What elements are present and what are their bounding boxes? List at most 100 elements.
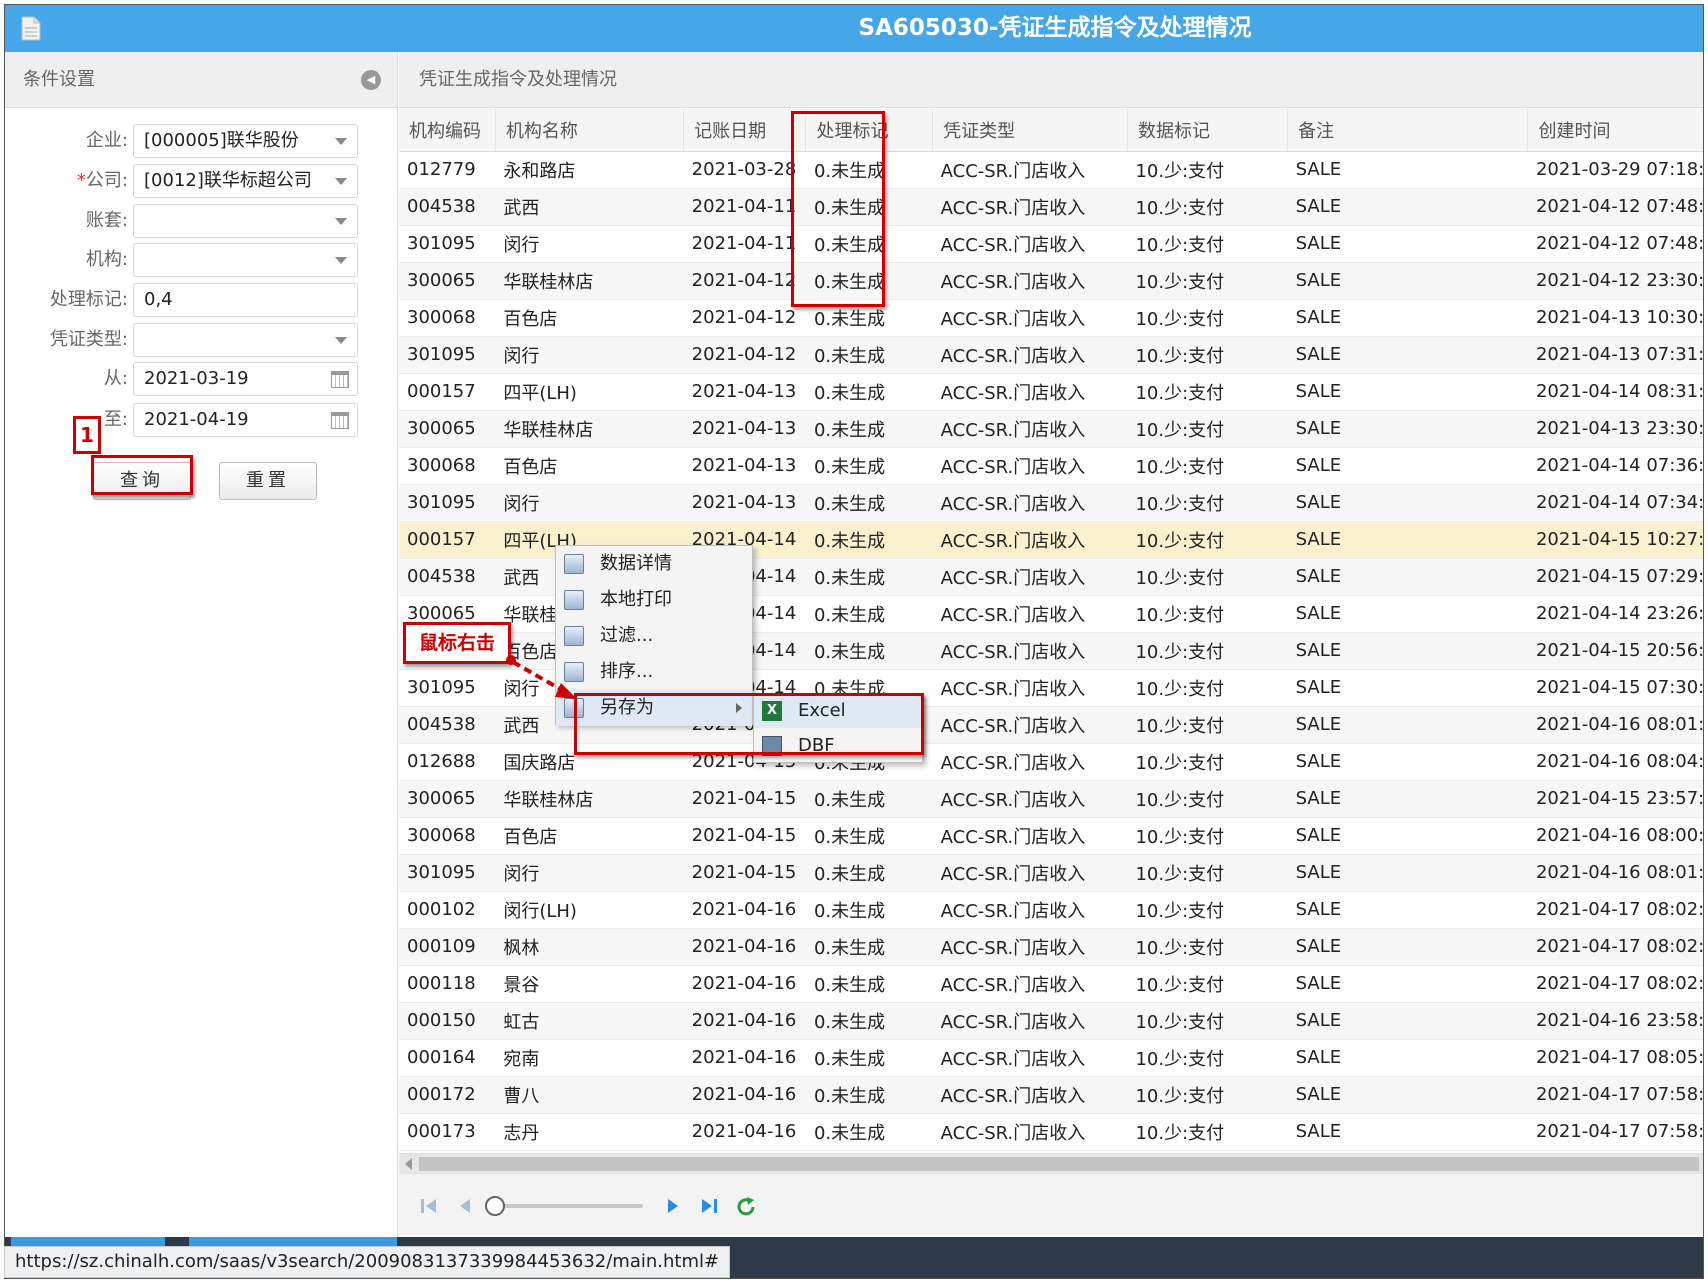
table-cell: 10.少:支付 xyxy=(1127,780,1288,818)
last-page-icon[interactable] xyxy=(699,1196,719,1216)
table-cell: 301095 xyxy=(399,854,496,892)
table-cell: SALE xyxy=(1287,447,1528,485)
table-row[interactable]: 000173 志丹 2021-04-16 0.未生成 ACC-SR.门店收入 10.少:支… xyxy=(399,1113,1703,1151)
table-row[interactable]: 301095 闵行 2021-04-11 0.未生成 ACC-SR.门店收入 10.少:支… xyxy=(399,225,1703,263)
table-cell: 004538 xyxy=(399,706,496,744)
column-header[interactable]: 备注 xyxy=(1287,109,1529,152)
table-cell: 2021-04-13 23:30:56 xyxy=(1527,410,1703,448)
menu-item-label: 本地打印 xyxy=(600,589,672,610)
column-header[interactable]: 数据标记 xyxy=(1127,109,1289,152)
table-cell: 华联桂林店 xyxy=(495,780,684,818)
table-cell: 0.未生成 xyxy=(805,521,933,559)
chevron-down-icon[interactable] xyxy=(335,337,347,344)
filter-select[interactable] xyxy=(133,323,358,357)
filter-select[interactable]: [000005]联华股份 xyxy=(133,124,358,158)
table-row[interactable]: 300065 华联桂林店 2021-04-15 0.未生成 ACC-SR.门店收入 10.… xyxy=(399,780,1703,818)
column-header[interactable]: 机构编码 xyxy=(399,109,496,152)
column-header[interactable]: 记账日期 xyxy=(683,109,807,152)
table-cell: 2021-04-11 xyxy=(683,188,806,226)
table-row[interactable]: 301095 闵行 2021-04-12 0.未生成 ACC-SR.门店收入 10.少:支… xyxy=(399,336,1703,374)
first-page-icon[interactable] xyxy=(419,1196,439,1216)
table-cell: 10.少:支付 xyxy=(1127,299,1288,337)
table-row[interactable]: 000102 闵行(LH) 2021-04-16 0.未生成 ACC-SR.门店收入 10… xyxy=(399,891,1703,929)
filter-input[interactable]: 0,4 xyxy=(133,283,358,317)
filter-select[interactable]: [0012]联华标超公司 xyxy=(133,164,358,198)
chevron-down-icon[interactable] xyxy=(335,257,347,264)
table-cell: 0.未生成 xyxy=(805,373,933,411)
table-cell: ACC-SR.门店收入 xyxy=(932,965,1128,1003)
date-field[interactable]: 2021-03-19 xyxy=(133,362,358,396)
filter-value: [000005]联华股份 xyxy=(144,130,299,151)
menu-item-sort[interactable]: 排序... xyxy=(556,654,752,690)
chevron-down-icon[interactable] xyxy=(335,178,347,185)
table-row[interactable]: 300068 百色店 2021-04-12 0.未生成 ACC-SR.门店收入 10.少:… xyxy=(399,299,1703,337)
table-cell: SALE xyxy=(1287,484,1528,522)
table-cell: ACC-SR.门店收入 xyxy=(932,854,1128,892)
chevron-down-icon[interactable] xyxy=(335,138,347,145)
table-row[interactable]: 000164 宛南 2021-04-16 0.未生成 ACC-SR.门店收入 10.少:支… xyxy=(399,1039,1703,1077)
table-cell: 志丹 xyxy=(495,1113,684,1151)
table-cell: 2021-04-17 08:02:32 xyxy=(1527,965,1703,1003)
callout-arrow xyxy=(506,655,577,699)
table-cell: 虹古 xyxy=(495,1002,684,1040)
table-row[interactable]: 000109 枫林 2021-04-16 0.未生成 ACC-SR.门店收入 10.少:支… xyxy=(399,928,1703,966)
horizontal-scrollbar[interactable] xyxy=(399,1153,1703,1173)
table-cell: 2021-04-11 xyxy=(683,225,806,263)
table-cell: SALE xyxy=(1287,373,1528,411)
table-cell: 10.少:支付 xyxy=(1127,1002,1288,1040)
table-cell: 0.未生成 xyxy=(805,1113,933,1151)
table-cell: 0.未生成 xyxy=(805,410,933,448)
menu-item-local-print[interactable]: 本地打印 xyxy=(556,582,752,618)
table-cell: ACC-SR.门店收入 xyxy=(932,410,1128,448)
table-cell: 2021-04-16 xyxy=(683,1039,806,1077)
table-row[interactable]: 012779 永和路店 2021-03-28 0.未生成 ACC-SR.门店收入 10.少… xyxy=(399,151,1703,189)
table-row[interactable]: 000118 景谷 2021-04-16 0.未生成 ACC-SR.门店收入 10.少:支… xyxy=(399,965,1703,1003)
table-cell: SALE xyxy=(1287,262,1528,300)
table-row[interactable]: 301095 闵行 2021-04-15 0.未生成 ACC-SR.门店收入 10.少:支… xyxy=(399,854,1703,892)
table-row[interactable]: 300065 华联桂林店 2021-04-12 0.未生成 ACC-SR.门店收入 10.… xyxy=(399,262,1703,300)
table-cell: 2021-04-17 08:02:27 xyxy=(1527,891,1703,929)
table-row[interactable]: 301095 闵行 2021-04-13 0.未生成 ACC-SR.门店收入 10.少:支… xyxy=(399,484,1703,522)
status-bar-url: https://sz.chinalh.com/saas/v3search/200… xyxy=(4,1246,731,1278)
table-cell: 四平(LH) xyxy=(495,373,684,411)
table-cell: 枫林 xyxy=(495,928,684,966)
column-header[interactable]: 凭证类型 xyxy=(932,109,1128,152)
window-title: SA605030-凭证生成指令及处理情况 xyxy=(858,15,1252,41)
page-slider[interactable] xyxy=(483,1194,653,1218)
table-row[interactable]: 300068 百色店 2021-04-13 0.未生成 ACC-SR.门店收入 10.少:… xyxy=(399,447,1703,485)
filter-icon xyxy=(564,626,584,646)
scroll-left-icon[interactable] xyxy=(405,1158,412,1170)
calendar-icon[interactable] xyxy=(331,371,349,388)
table-row[interactable]: 000157 四平(LH) 2021-04-13 0.未生成 ACC-SR.门店收入 10… xyxy=(399,373,1703,411)
column-header[interactable]: 机构名称 xyxy=(495,109,685,152)
table-cell: 300065 xyxy=(399,262,496,300)
table-cell: 10.少:支付 xyxy=(1127,928,1288,966)
refresh-icon[interactable] xyxy=(735,1196,757,1218)
reset-button[interactable]: 重置 xyxy=(219,462,317,500)
table-row[interactable]: 004538 武西 2021-04-11 0.未生成 ACC-SR.门店收入 10.少:支… xyxy=(399,188,1703,226)
column-header[interactable]: 创建时间 xyxy=(1527,109,1703,152)
table-row[interactable]: 300068 百色店 2021-04-15 0.未生成 ACC-SR.门店收入 10.少:… xyxy=(399,817,1703,855)
prev-page-icon[interactable] xyxy=(455,1196,475,1216)
result-panel-title: 凭证生成指令及处理情况 xyxy=(419,69,617,90)
chevron-down-icon[interactable] xyxy=(335,218,347,225)
next-page-icon[interactable] xyxy=(663,1196,683,1216)
scrollbar-thumb[interactable] xyxy=(419,1157,1699,1171)
table-cell: SALE xyxy=(1287,780,1528,818)
filter-select[interactable] xyxy=(133,243,358,277)
menu-item-filter[interactable]: 过滤... xyxy=(556,618,752,654)
table-row[interactable]: 000150 虹古 2021-04-16 0.未生成 ACC-SR.门店收入 10.少:支… xyxy=(399,1002,1703,1040)
table-cell: 10.少:支付 xyxy=(1127,595,1288,633)
table-cell: 闵行 xyxy=(495,484,684,522)
date-field[interactable]: 2021-04-19 xyxy=(133,403,358,437)
table-row[interactable]: 300065 华联桂林店 2021-04-13 0.未生成 ACC-SR.门店收入 10.… xyxy=(399,410,1703,448)
table-row[interactable]: 000172 曹八 2021-04-16 0.未生成 ACC-SR.门店收入 10.少:支… xyxy=(399,1076,1703,1114)
table-cell: 2021-04-15 xyxy=(683,854,806,892)
table-cell: 000164 xyxy=(399,1039,496,1077)
calendar-icon[interactable] xyxy=(331,412,349,429)
collapse-left-icon[interactable]: ◀ xyxy=(361,70,381,90)
filter-select[interactable] xyxy=(133,204,358,238)
table-cell: 2021-03-28 xyxy=(683,151,806,189)
filter-value: 2021-04-19 xyxy=(144,409,249,430)
menu-item-data-detail[interactable]: 数据详情 xyxy=(556,546,752,582)
